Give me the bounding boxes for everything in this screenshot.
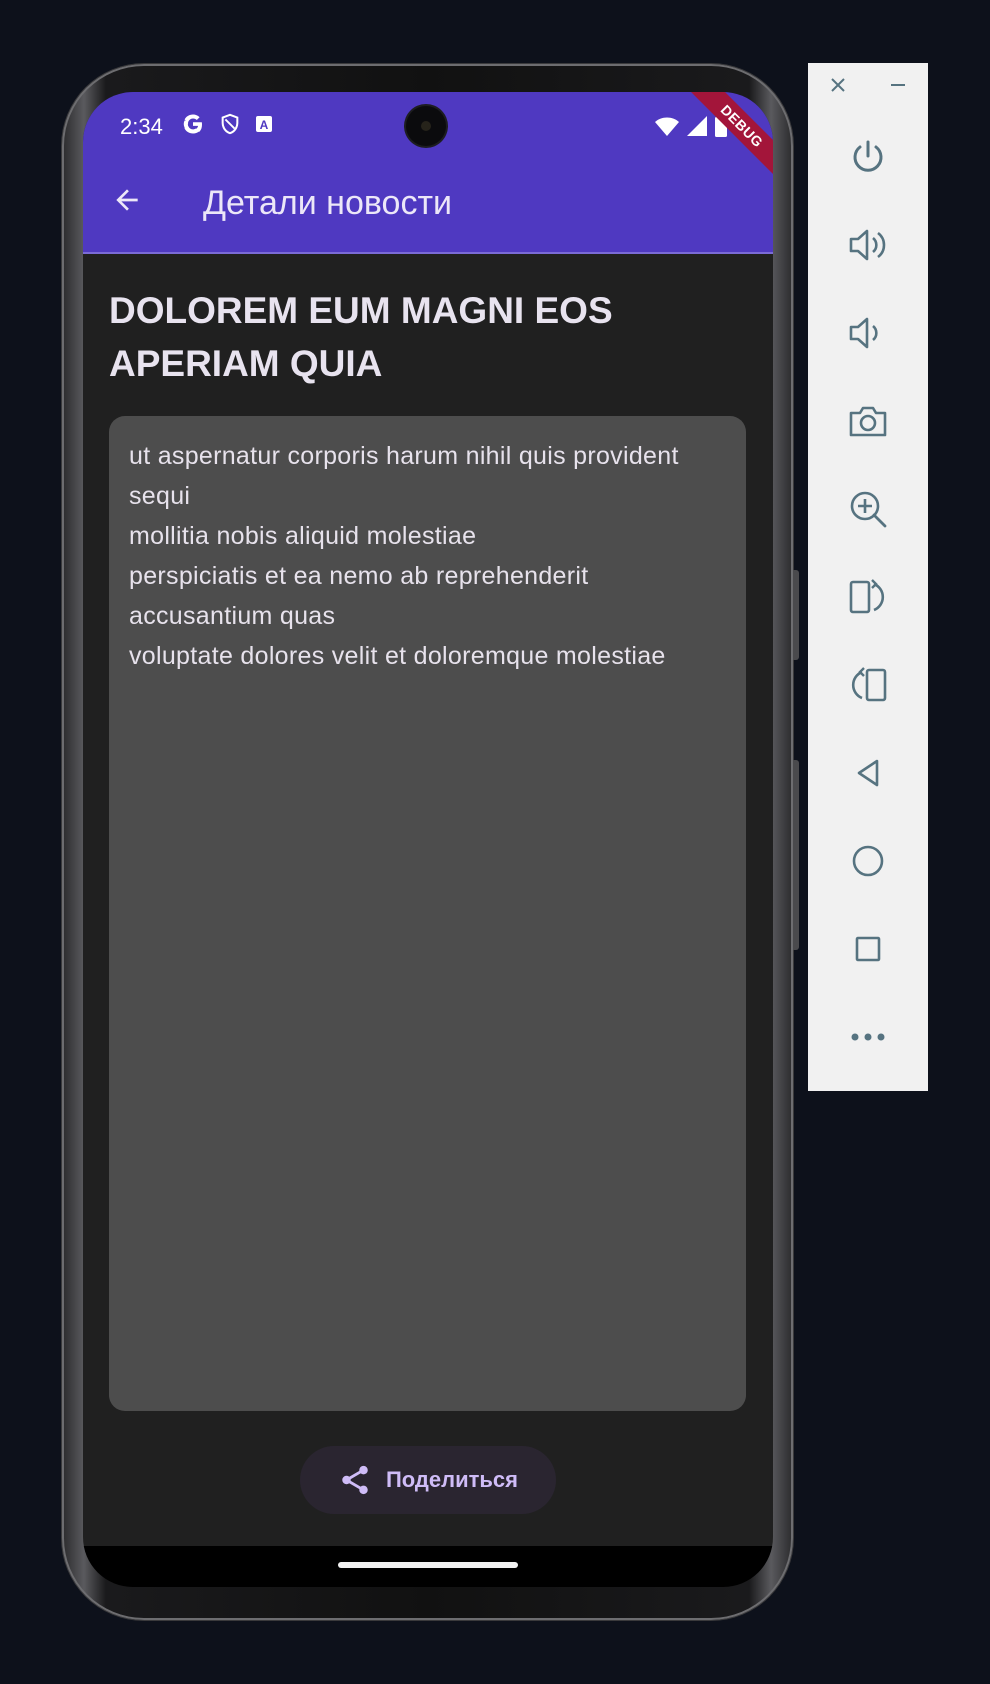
power-button[interactable] — [844, 133, 892, 181]
rotate-right-button[interactable] — [844, 573, 892, 621]
share-button[interactable]: Поделиться — [300, 1446, 556, 1514]
zoom-icon — [847, 488, 889, 530]
back-button[interactable] — [107, 180, 147, 220]
volume-up-button[interactable] — [844, 221, 892, 269]
volume-up-icon — [847, 225, 889, 265]
wifi-icon — [654, 115, 680, 137]
page-title: Детали новости — [203, 184, 453, 222]
news-title: DOLOREM EUM MAGNI EOS APERIAM QUIA — [109, 290, 613, 384]
volume-down-button[interactable] — [844, 309, 892, 357]
more-icon — [850, 1032, 886, 1042]
debug-banner: DEBUG — [680, 92, 773, 188]
back-icon — [851, 756, 885, 790]
phone-side-button-power — [793, 570, 799, 660]
close-icon[interactable] — [828, 75, 848, 95]
rotate-right-icon — [847, 576, 889, 618]
camera-icon — [847, 401, 889, 441]
app-bar: 2:34 A DEBUG Детали новости — [83, 92, 773, 254]
screenshot-button[interactable] — [844, 397, 892, 445]
overview-icon — [853, 934, 883, 964]
power-icon — [848, 137, 888, 177]
arrow-back-icon — [111, 184, 143, 216]
emulator-toolbar — [808, 63, 928, 1091]
volume-down-icon — [847, 313, 889, 353]
more-button[interactable] — [844, 1013, 892, 1061]
font-icon: A — [255, 115, 273, 133]
device-screen: 2:34 A DEBUG Детали новости DOLOREM EUM … — [83, 92, 773, 1587]
rotate-left-button[interactable] — [844, 661, 892, 709]
overview-nav-button[interactable] — [844, 925, 892, 973]
news-body-card[interactable]: ut aspernatur corporis harum nihil quis … — [109, 416, 746, 1411]
google-icon — [181, 112, 205, 136]
shield-icon — [219, 113, 241, 135]
home-nav-button[interactable] — [844, 837, 892, 885]
zoom-button[interactable] — [844, 485, 892, 533]
news-body-text: ut aspernatur corporis harum nihil quis … — [129, 442, 679, 670]
minimize-icon[interactable] — [888, 75, 908, 95]
front-camera — [406, 106, 446, 146]
home-gesture-handle[interactable] — [338, 1562, 518, 1568]
share-button-label: Поделиться — [385, 1467, 519, 1492]
signal-icon — [686, 115, 708, 137]
status-icons-left: A — [181, 112, 273, 136]
phone-side-button-volume — [793, 760, 799, 950]
window-controls — [808, 75, 928, 95]
home-icon — [851, 844, 885, 878]
svg-text:A: A — [260, 118, 269, 132]
rotate-left-icon — [847, 664, 889, 706]
status-time: 2:34 — [120, 114, 163, 139]
share-icon — [338, 1463, 372, 1497]
back-nav-button[interactable] — [844, 749, 892, 797]
